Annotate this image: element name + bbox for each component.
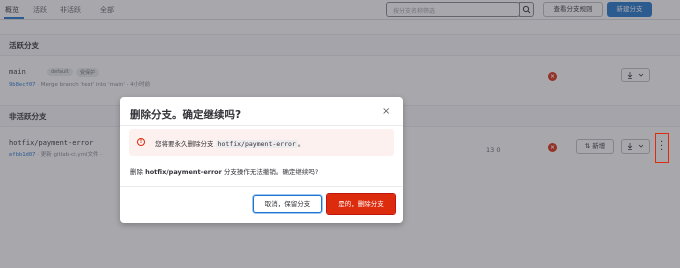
kebab-menu-icon: · · · [660,137,664,156]
confirm-message: 删除 hotfix/payment-error 分支操作无法撤销。确定继续吗? [130,166,318,176]
body-prefix: 删除 [130,168,143,176]
divider [120,186,403,187]
body-suffix: 分支操作无法撤销。确定继续吗? [223,168,319,176]
modal-title: 删除分支。确定继续吗? [130,109,242,121]
body-branch-name: hotfix/payment-error [145,168,222,176]
confirm-delete-branch-button[interactable]: 是的，删除分支 [326,193,396,215]
alert-prefix: 您将要永久删除分支 [155,140,214,148]
error-icon: ! [137,138,145,146]
alert-branch-name: hotfix/payment-error [215,140,298,148]
alert-suffix: 。 [297,140,305,148]
alert-message: 您将要永久删除分支 hotfix/payment-error。 [155,138,304,148]
delete-branch-modal: 删除分支。确定继续吗? × ! 您将要永久删除分支 hotfix/payment… [120,97,403,223]
divider [120,125,403,126]
cancel-keep-branch-button[interactable]: 取消，保留分支 [253,195,322,213]
danger-alert: ! 您将要永久删除分支 hotfix/payment-error。 [129,129,394,156]
close-icon[interactable]: × [382,106,390,117]
